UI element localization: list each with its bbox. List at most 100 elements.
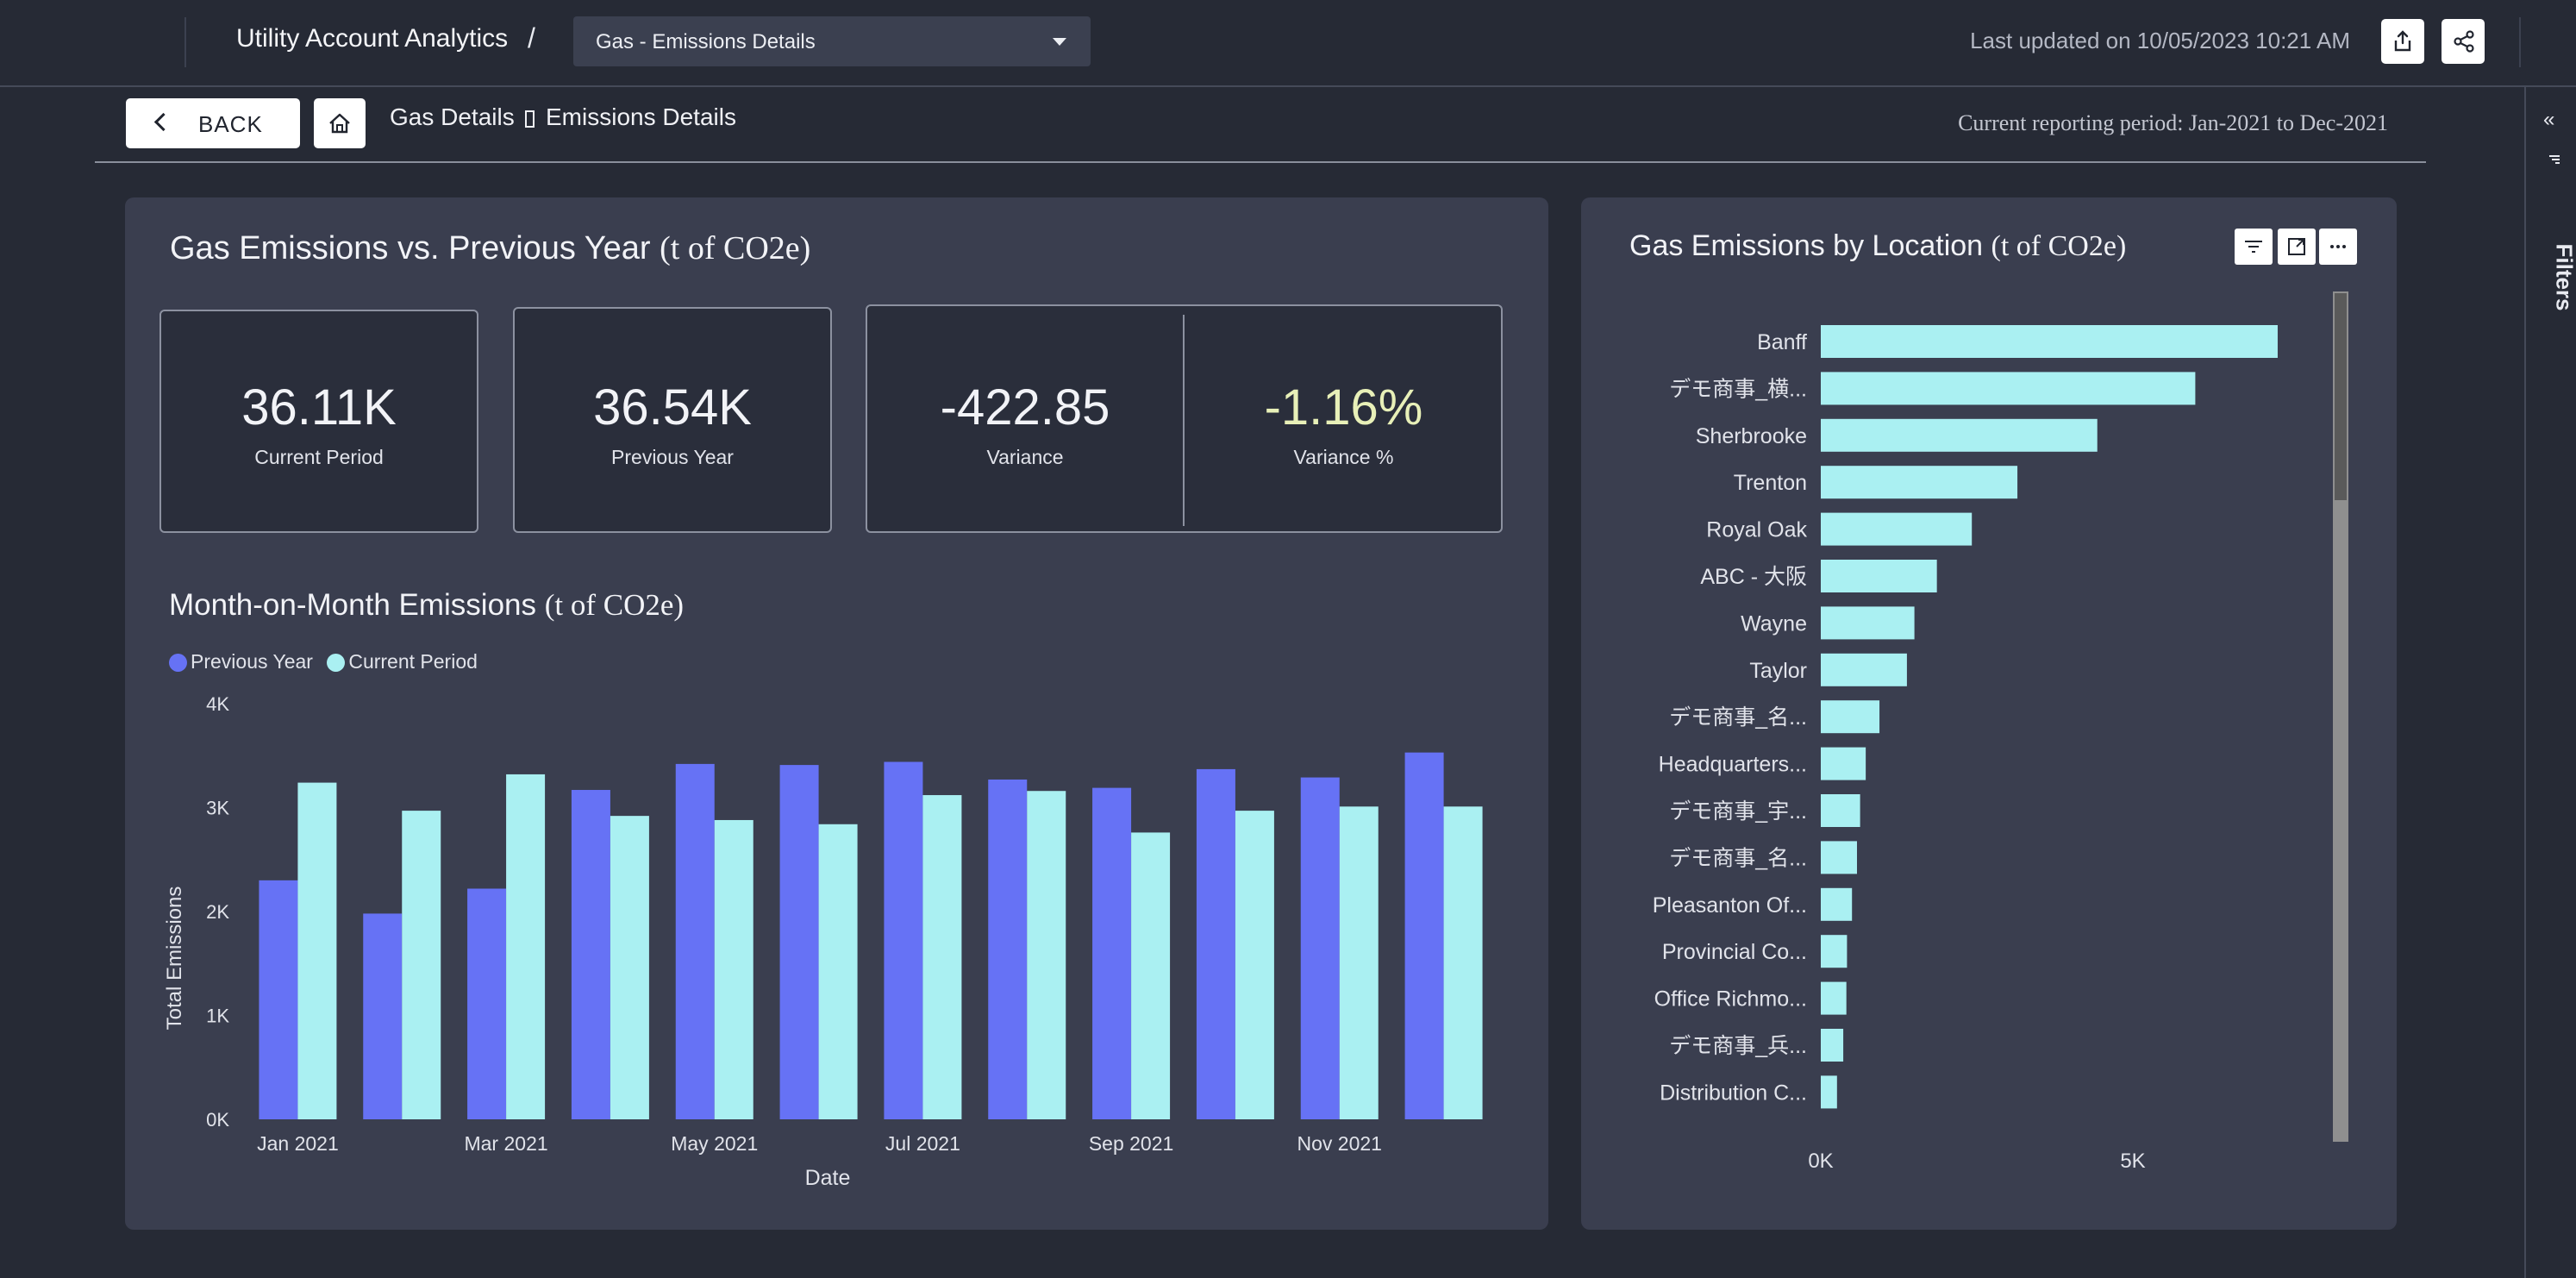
location-bar	[1821, 372, 2196, 405]
last-updated-text: Last updated on 10/05/2023 10:21 AM	[1970, 28, 2350, 53]
bar-previous-year	[884, 761, 923, 1119]
x-axis-label: Date	[805, 1166, 851, 1190]
x-tick-label: May 2021	[671, 1132, 758, 1155]
location-bar	[1821, 794, 1860, 827]
chevrons-left-icon[interactable]: «	[2543, 108, 2554, 132]
top-bar: Utility Account Analytics / Gas - Emissi…	[0, 0, 2576, 87]
category-label: Banff	[1757, 330, 1807, 354]
category-label: デモ商事_宇...	[1669, 799, 1807, 824]
chart-title: Month-on-Month Emissions (t of CO2e)	[169, 588, 684, 623]
panel-title-unit: (t of CO2e)	[660, 230, 811, 266]
kpi-label: Variance %	[1293, 446, 1394, 468]
x-tick-label: Nov 2021	[1297, 1132, 1382, 1155]
category-label: Pleasanton Of...	[1653, 893, 1807, 918]
category-label: Sherbrooke	[1696, 424, 1807, 448]
kpi-card-previous: 36.54K Previous Year	[513, 307, 832, 533]
category-label: Headquarters...	[1659, 753, 1807, 777]
kpi-value: -1.16%	[1264, 379, 1423, 435]
x-tick-label: Jan 2021	[257, 1132, 339, 1155]
focus-mode-button[interactable]	[2278, 229, 2316, 265]
bar-current-period	[506, 774, 546, 1119]
chevron-left-icon	[153, 112, 173, 132]
chart-legend: Previous Year Current Period	[169, 650, 486, 673]
bar-previous-year	[1300, 777, 1340, 1119]
home-icon	[329, 113, 350, 134]
month-on-month-chart: 0K 1K 2K 3K 4K Jan 2021 Mar 2021 May 2021 Jul 20…	[163, 693, 1483, 1190]
category-label: Provincial Co...	[1662, 940, 1807, 964]
kpi-label: Previous Year	[611, 446, 734, 468]
divider	[95, 161, 2426, 163]
category-label: デモ商事_横...	[1669, 377, 1807, 401]
category-label: Taylor	[1749, 659, 1807, 683]
page-select-dropdown[interactable]: Gas - Emissions Details	[573, 16, 1091, 66]
expand-icon	[2288, 238, 2305, 255]
breadcrumb-separator-icon	[525, 110, 535, 128]
bar-current-period	[714, 819, 753, 1119]
kpi-value: -422.85	[940, 379, 1110, 435]
y-tick-label: 0K	[206, 1109, 229, 1131]
kpi-value: 36.11K	[241, 379, 397, 435]
bar-current-period	[1027, 791, 1066, 1119]
more-options-button[interactable]	[2319, 229, 2357, 265]
caret-down-icon	[1053, 38, 1066, 46]
export-button[interactable]	[2381, 19, 2424, 64]
reporting-period: Current reporting period: Jan-2021 to De…	[1958, 110, 2388, 135]
bar-previous-year	[259, 880, 298, 1119]
location-bar	[1821, 325, 2278, 358]
category-label: デモ商事_名...	[1669, 846, 1807, 870]
location-bar	[1821, 887, 1853, 921]
location-bar	[1821, 1075, 1837, 1109]
breadcrumb-gas-details[interactable]: Gas Details	[390, 103, 515, 131]
chart-title-unit: (t of CO2e)	[544, 588, 685, 622]
legend-current-period[interactable]: Current Period	[348, 650, 478, 673]
category-label: デモ商事_兵...	[1669, 1034, 1807, 1058]
divider	[2519, 17, 2521, 67]
location-bar	[1821, 981, 1847, 1015]
location-bar	[1821, 841, 1857, 874]
bar-previous-year	[675, 763, 715, 1119]
kpi-value: 36.54K	[593, 379, 752, 435]
filters-pane[interactable]: « Filters	[2524, 87, 2576, 1278]
kpi-variance-pct: -1.16% Variance %	[1185, 306, 1503, 531]
kpi-label: Current Period	[254, 446, 384, 468]
bar-previous-year	[363, 913, 403, 1119]
kpi-card-current: 36.11K Current Period	[159, 310, 478, 533]
back-button[interactable]: BACK	[126, 98, 300, 148]
location-bar	[1821, 653, 1907, 686]
category-label: Office Richmo...	[1654, 987, 1807, 1012]
location-chart: Banff デモ商事_横... Sherbrooke Trenton Royal Oak…	[1653, 325, 2278, 1173]
bar-current-period	[297, 782, 337, 1119]
back-label: BACK	[198, 111, 263, 137]
y-tick-label: 2K	[206, 901, 229, 923]
app-title: Utility Account Analytics	[236, 24, 509, 53]
legend-dot-previous	[169, 654, 187, 672]
home-button[interactable]	[314, 98, 366, 148]
location-bar	[1821, 512, 1973, 546]
location-bar	[1821, 1029, 1844, 1062]
y-axis-label: Total Emissions	[163, 886, 186, 1031]
panel-title: Gas Emissions vs. Previous Year (t of CO…	[170, 229, 810, 267]
category-label: Wayne	[1741, 611, 1807, 636]
bar-current-period	[402, 811, 441, 1119]
legend-previous-year[interactable]: Previous Year	[191, 650, 313, 673]
category-label: Distribution C...	[1660, 1081, 1807, 1105]
filter-visual-button[interactable]	[2235, 229, 2273, 265]
share-button[interactable]	[2442, 19, 2485, 64]
category-label: ABC - 大阪	[1700, 565, 1807, 589]
panel-title-unit: (t of CO2e)	[1991, 230, 2127, 262]
bar-previous-year	[467, 888, 507, 1119]
category-label: Royal Oak	[1706, 518, 1807, 542]
title-separator: /	[528, 22, 535, 53]
location-bar	[1821, 935, 1848, 968]
legend-dot-current	[327, 654, 346, 672]
kpi-card-variance: -422.85 Variance -1.16% Variance %	[866, 304, 1503, 533]
filters-label[interactable]: Filters	[2551, 243, 2576, 312]
bar-previous-year	[1404, 752, 1444, 1119]
scrollbar-thumb[interactable]	[2335, 293, 2347, 500]
divider	[184, 17, 186, 67]
panel-title-text: Gas Emissions vs. Previous Year	[170, 230, 651, 266]
bar-previous-year	[779, 765, 819, 1119]
bar-previous-year	[988, 779, 1028, 1119]
bar-previous-year	[1092, 787, 1132, 1119]
bar-current-period	[1443, 806, 1483, 1119]
